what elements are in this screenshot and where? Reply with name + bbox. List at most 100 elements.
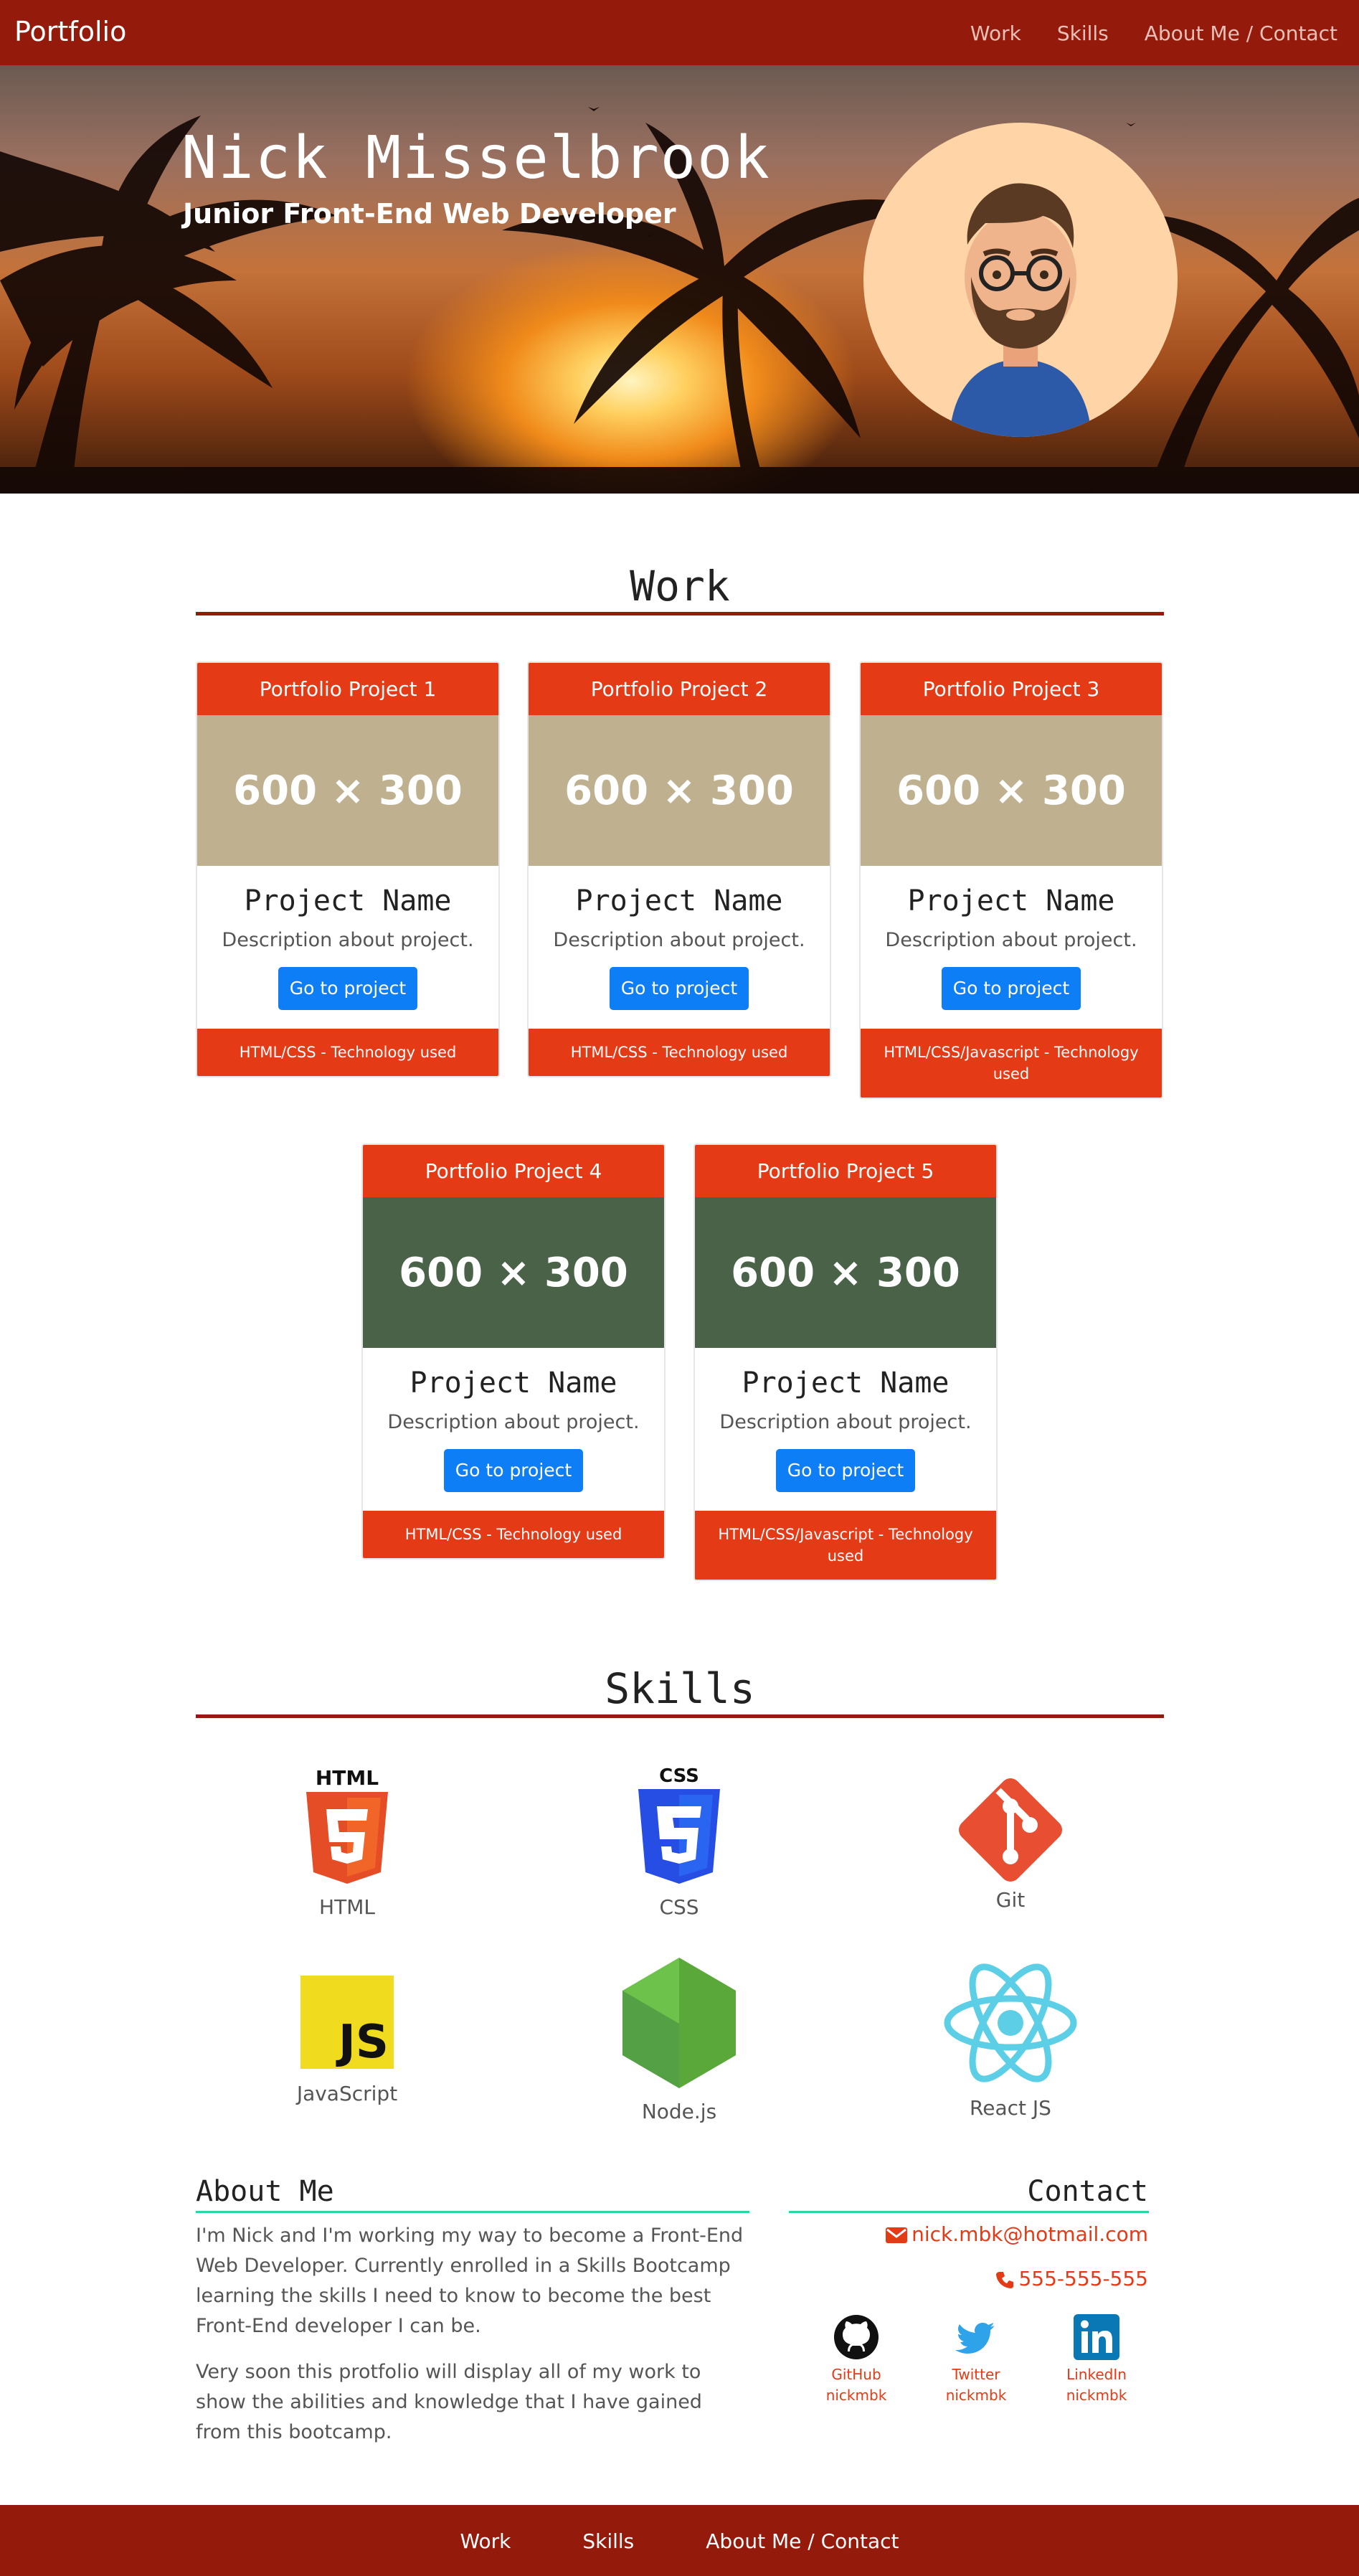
nav-link-work[interactable]: Work bbox=[970, 22, 1021, 45]
project-name: Project Name bbox=[244, 884, 452, 917]
project-card-2: Portfolio Project 2 600 × 300 Project Na… bbox=[527, 661, 831, 1077]
nav-link-about-contact[interactable]: About Me / Contact bbox=[1145, 22, 1337, 45]
card-footer-technology: HTML/CSS - Technology used bbox=[529, 1029, 830, 1076]
footer: Work Skills About Me / Contact bbox=[0, 2505, 1359, 2576]
skill-label: CSS bbox=[659, 1895, 699, 1919]
project-description: Description about project. bbox=[222, 929, 474, 951]
navbar: Portfolio Work Skills About Me / Contact bbox=[0, 0, 1359, 65]
about-title: About Me bbox=[196, 2175, 334, 2208]
project-image-placeholder: 600 × 300 bbox=[861, 715, 1162, 866]
about-paragraph-2: Very soon this protfolio will display al… bbox=[196, 2361, 702, 2443]
work-section-title: Work bbox=[630, 562, 730, 610]
footer-links: Work Skills About Me / Contact bbox=[0, 2529, 1359, 2553]
skills-section-rule bbox=[196, 1714, 1164, 1718]
skill-git: Git bbox=[903, 1765, 1118, 1912]
skills-section-title: Skills bbox=[605, 1664, 755, 1713]
skill-label: Git bbox=[995, 1888, 1026, 1912]
card-header: Portfolio Project 3 bbox=[861, 663, 1162, 715]
skill-javascript: JS JavaScript bbox=[240, 1966, 455, 2105]
project-image-placeholder: 600 × 300 bbox=[695, 1197, 996, 1348]
project-image-placeholder: 600 × 300 bbox=[197, 715, 498, 866]
project-image-placeholder: 600 × 300 bbox=[529, 715, 830, 866]
card-footer-technology: HTML/CSS - Technology used bbox=[197, 1029, 498, 1076]
social-linkedin[interactable]: LinkedIn nickmbk bbox=[1050, 2314, 1143, 2406]
project-name: Project Name bbox=[575, 884, 783, 917]
go-to-project-button[interactable]: Go to project bbox=[942, 967, 1081, 1010]
project-description: Description about project. bbox=[719, 1411, 972, 1433]
card-footer-technology: HTML/CSS - Technology used bbox=[363, 1511, 664, 1558]
project-card-5: Portfolio Project 5 600 × 300 Project Na… bbox=[693, 1143, 998, 1581]
go-to-project-button[interactable]: Go to project bbox=[776, 1449, 915, 1492]
work-section-rule bbox=[196, 612, 1164, 615]
skill-label: Node.js bbox=[641, 2100, 717, 2123]
project-description: Description about project. bbox=[553, 929, 805, 951]
contact-email-link[interactable]: nick.mbk@hotmail.com bbox=[886, 2222, 1148, 2246]
card-footer-technology: HTML/CSS/Javascript - Technology used bbox=[861, 1029, 1162, 1098]
linkedin-icon bbox=[1074, 2314, 1119, 2360]
social-handle: nickmbk bbox=[825, 2387, 887, 2404]
css3-icon: CSS bbox=[638, 1765, 720, 1884]
contact-email: nick.mbk@hotmail.com bbox=[911, 2222, 1148, 2246]
skill-react: React JS bbox=[903, 1958, 1118, 2120]
nav-links: Work Skills About Me / Contact bbox=[970, 22, 1337, 45]
card-header: Portfolio Project 2 bbox=[529, 663, 830, 715]
contact-title: Contact bbox=[1027, 2175, 1148, 2208]
project-image-placeholder: 600 × 300 bbox=[363, 1197, 664, 1348]
svg-text:CSS: CSS bbox=[659, 1765, 699, 1787]
social-twitter[interactable]: Twitter nickmbk bbox=[929, 2314, 1023, 2406]
project-name: Project Name bbox=[742, 1367, 950, 1400]
card-header: Portfolio Project 1 bbox=[197, 663, 498, 715]
skill-html: HTML HTML bbox=[240, 1765, 455, 1919]
skill-nodejs: Node.js bbox=[572, 1955, 787, 2123]
social-handle: nickmbk bbox=[945, 2387, 1007, 2404]
go-to-project-button[interactable]: Go to project bbox=[444, 1449, 583, 1492]
skill-css: CSS CSS bbox=[572, 1765, 787, 1919]
footer-link-about-contact[interactable]: About Me / Contact bbox=[706, 2529, 899, 2553]
social-name: Twitter bbox=[952, 2366, 1000, 2383]
social-name: GitHub bbox=[831, 2366, 881, 2383]
git-icon bbox=[959, 1778, 1062, 1882]
hero-name: Nick Misselbrook bbox=[181, 124, 771, 192]
project-card-4: Portfolio Project 4 600 × 300 Project Na… bbox=[361, 1143, 666, 1560]
project-description: Description about project. bbox=[387, 1411, 640, 1433]
avatar bbox=[863, 123, 1178, 437]
skill-label: React JS bbox=[970, 2096, 1051, 2120]
go-to-project-button[interactable]: Go to project bbox=[278, 967, 417, 1010]
twitter-icon bbox=[955, 2323, 995, 2354]
project-description: Description about project. bbox=[885, 929, 1137, 951]
social-name: LinkedIn bbox=[1066, 2366, 1127, 2383]
hero-subtitle: Junior Front-End Web Developer bbox=[183, 198, 676, 230]
envelope-icon bbox=[886, 2227, 908, 2243]
project-card-3: Portfolio Project 3 600 × 300 Project Na… bbox=[859, 661, 1163, 1099]
phone-icon bbox=[996, 2272, 1014, 2288]
footer-link-work[interactable]: Work bbox=[460, 2529, 511, 2553]
about-paragraph-1: I'm Nick and I'm working my way to becom… bbox=[196, 2224, 744, 2337]
html5-icon: HTML bbox=[306, 1766, 388, 1884]
card-footer-technology: HTML/CSS/Javascript - Technology used bbox=[695, 1511, 996, 1580]
about-rule bbox=[196, 2211, 749, 2213]
contact-phone-link[interactable]: 555-555-555 bbox=[995, 2267, 1148, 2290]
brand-logo[interactable]: Portfolio bbox=[14, 16, 126, 47]
svg-text:HTML: HTML bbox=[316, 1766, 379, 1790]
skill-label: JavaScript bbox=[296, 2082, 398, 2105]
nodejs-icon bbox=[622, 1958, 736, 2088]
go-to-project-button[interactable]: Go to project bbox=[610, 967, 749, 1010]
card-header: Portfolio Project 4 bbox=[363, 1145, 664, 1197]
project-name: Project Name bbox=[409, 1367, 617, 1400]
footer-link-skills[interactable]: Skills bbox=[582, 2529, 634, 2553]
social-github[interactable]: GitHub nickmbk bbox=[810, 2314, 903, 2406]
javascript-icon: JS bbox=[300, 1976, 394, 2069]
project-card-1: Portfolio Project 1 600 × 300 Project Na… bbox=[196, 661, 500, 1077]
github-icon bbox=[834, 2315, 879, 2359]
card-header: Portfolio Project 5 bbox=[695, 1145, 996, 1197]
contact-rule bbox=[789, 2211, 1149, 2213]
avatar-memoji-icon bbox=[950, 183, 1092, 437]
project-name: Project Name bbox=[907, 884, 1115, 917]
contact-phone: 555-555-555 bbox=[1018, 2267, 1148, 2290]
social-handle: nickmbk bbox=[1066, 2387, 1127, 2404]
svg-text:JS: JS bbox=[336, 2016, 389, 2069]
react-icon bbox=[944, 1963, 1077, 2082]
nav-link-skills[interactable]: Skills bbox=[1057, 22, 1109, 45]
hero-banner: Nick Misselbrook Junior Front-End Web De… bbox=[0, 65, 1359, 494]
skill-label: HTML bbox=[319, 1895, 375, 1919]
